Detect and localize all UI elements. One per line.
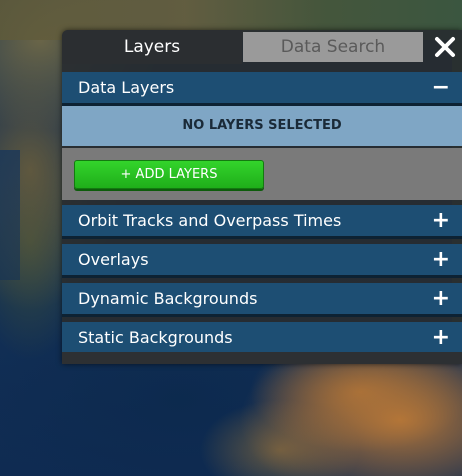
- section-label: Overlays: [78, 250, 149, 269]
- empty-layers-message: NO LAYERS SELECTED: [62, 106, 462, 146]
- plus-icon[interactable]: +: [432, 244, 450, 275]
- tab-data-search[interactable]: Data Search: [243, 32, 423, 62]
- tab-layers[interactable]: Layers: [62, 30, 242, 64]
- add-layers-area: + ADD LAYERS: [62, 148, 462, 200]
- section-label: Static Backgrounds: [78, 328, 233, 347]
- add-layers-button[interactable]: + ADD LAYERS: [74, 160, 264, 189]
- plus-icon[interactable]: +: [432, 205, 450, 236]
- minus-icon[interactable]: −: [432, 72, 450, 103]
- section-label: Data Layers: [78, 78, 175, 97]
- section-label: Dynamic Backgrounds: [78, 289, 258, 308]
- plus-icon[interactable]: +: [432, 283, 450, 314]
- section-dynamic-backgrounds[interactable]: Dynamic Backgrounds +: [62, 283, 462, 317]
- section-overlays[interactable]: Overlays +: [62, 244, 462, 278]
- section-label: Orbit Tracks and Overpass Times: [78, 211, 342, 230]
- map-sea: [0, 150, 20, 280]
- section-orbit-tracks[interactable]: Orbit Tracks and Overpass Times +: [62, 205, 462, 239]
- section-static-backgrounds[interactable]: Static Backgrounds +: [62, 322, 462, 356]
- section-data-layers[interactable]: Data Layers −: [62, 72, 462, 106]
- close-icon: [435, 37, 455, 57]
- plus-icon[interactable]: +: [432, 322, 450, 353]
- panel-footer: [62, 352, 462, 364]
- panel-tabs: Layers Data Search: [62, 30, 462, 64]
- close-button[interactable]: [430, 32, 460, 62]
- layers-panel: Layers Data Search Data Layers − NO LAYE…: [62, 30, 462, 364]
